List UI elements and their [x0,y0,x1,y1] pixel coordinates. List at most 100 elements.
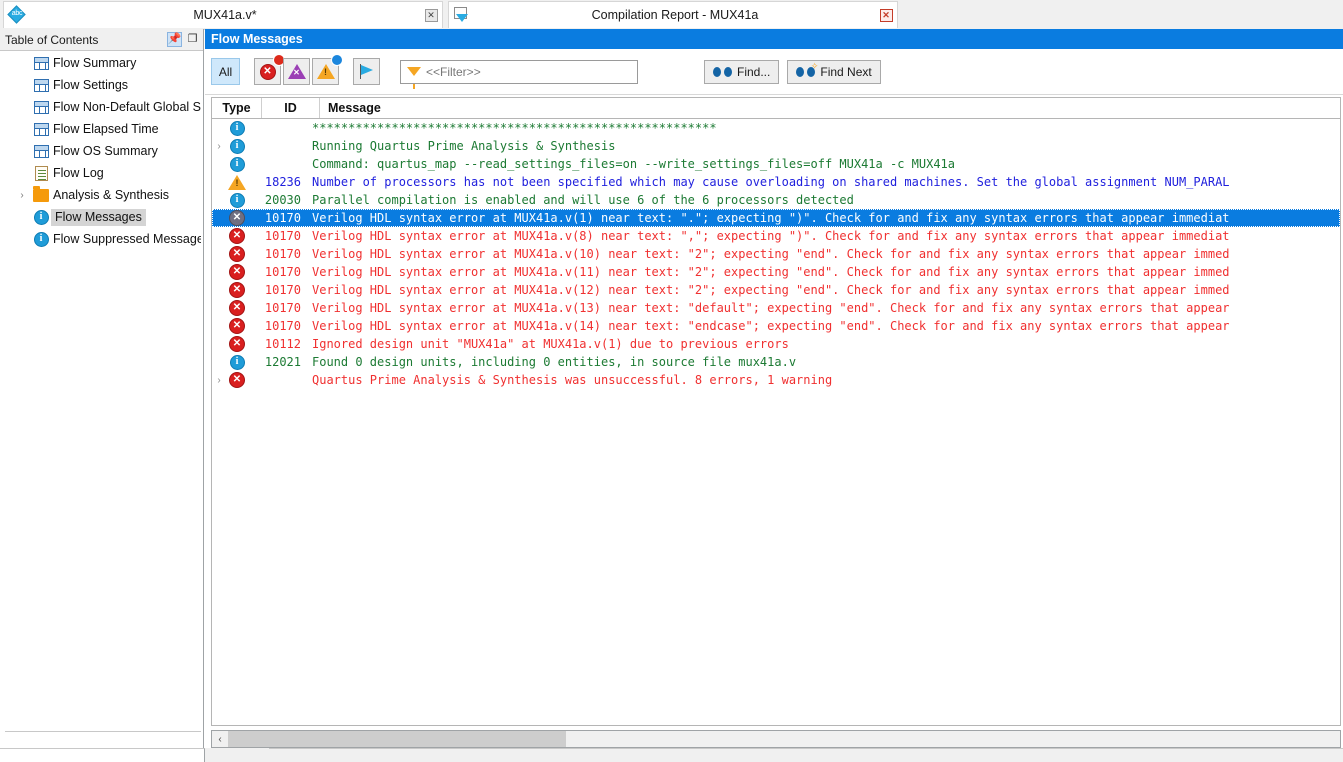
filter-input-box[interactable]: <<Filter>> [400,59,638,89]
tab-close-report-button[interactable]: ✕ [875,8,897,22]
row-expand-arrow-icon[interactable]: › [212,141,226,152]
column-header-type[interactable]: Type [212,98,262,118]
editor-tab-bar: abc MUX41a.v* ✕ Compilation Report - MUX… [0,0,1343,30]
flow-messages-titlebar: Flow Messages [205,29,1343,49]
row-message-cell: Parallel compilation is enabled and will… [312,193,854,207]
tab-compilation-report[interactable]: Compilation Report - MUX41a ✕ [448,1,898,28]
folder-icon [29,185,53,202]
messages-horizontal-scrollbar[interactable]: ‹ [211,730,1341,748]
filter-placeholder-text: <<Filter>> [426,64,481,79]
error-icon: ✕ [229,300,245,316]
row-message-cell: Verilog HDL syntax error at MUX41a.v(10)… [312,247,1230,261]
table-row[interactable]: ✕ 10170 Verilog HDL syntax error at MUX41a… [212,245,1340,263]
messages-table-body: i ***************************************… [212,119,1340,725]
row-type-icon-cell: i [226,192,248,208]
table-icon [29,144,53,158]
column-header-message[interactable]: Message [320,98,1340,118]
error-filter-button[interactable]: ✕ [254,54,285,85]
scrollbar-track[interactable] [566,731,1340,747]
find-button-group: Find... ✧ Find Next [704,59,889,84]
row-message-cell: Verilog HDL syntax error at MUX41a.v(13)… [312,301,1230,315]
table-row[interactable]: ✕ 10170 Verilog HDL syntax error at MUX41a… [212,263,1340,281]
row-type-icon-cell: i [226,156,248,172]
row-message-cell: Found 0 design units, including 0 entiti… [312,355,797,369]
abc-diamond-icon: abc [4,7,30,24]
table-row[interactable]: › ✕ Quartus Prime Analysis & Synthesis was… [212,371,1340,389]
sidebar-item-label: Flow OS Summary [53,144,158,158]
error-icon: ✕ [229,372,245,388]
row-type-icon-cell: ! [226,174,248,190]
sidebar-item-label: Flow Summary [53,56,137,70]
scroll-left-arrow-icon[interactable]: ‹ [212,731,228,747]
close-icon: ✕ [879,8,893,22]
table-row[interactable]: i Command: quartus_map --read_settings_fi… [212,155,1340,173]
tab-close-editor-button[interactable]: ✕ [420,8,442,22]
find-button-label: Find... [737,64,771,79]
table-row[interactable]: ✕ 10170 Verilog HDL syntax error at MUX41a… [212,227,1340,245]
row-message-cell: Verilog HDL syntax error at MUX41a.v(14)… [312,319,1230,333]
table-row[interactable]: ✕ 10170 Verilog HDL syntax error at MUX41a… [212,299,1340,317]
sidebar-item-flow-non-default-global-settings[interactable]: Flow Non-Default Global Sett [5,96,201,118]
find-next-button[interactable]: ✧ Find Next [787,59,881,84]
table-row[interactable]: ✕ 10170 Verilog HDL syntax error at MUX41a… [212,317,1340,335]
sidebar-item-label: Flow Elapsed Time [53,122,159,136]
row-message-cell: Verilog HDL syntax error at MUX41a.v(8) … [312,229,1230,243]
table-row[interactable]: i ***************************************… [212,119,1340,137]
sidebar-item-label: Flow Suppressed Messages [53,232,201,246]
float-window-icon[interactable]: ❐ [185,32,200,47]
sidebar-item-label: Flow Messages [51,208,146,226]
find-button[interactable]: Find... [704,59,780,84]
table-row[interactable]: i 20030 Parallel compilation is enabled an… [212,191,1340,209]
critical-warning-filter-button[interactable]: ✕ [283,58,310,85]
row-message-cell: Verilog HDL syntax error at MUX41a.v(1) … [312,211,1230,225]
sidebar-item-flow-elapsed-time[interactable]: Flow Elapsed Time [5,118,201,140]
table-row[interactable]: › i Running Quartus Prime Analysis & Synth… [212,137,1340,155]
info-icon: i [29,209,53,225]
error-icon: ✕ [229,318,245,334]
sidebar-item-flow-settings[interactable]: Flow Settings [5,74,201,96]
sidebar-item-analysis-and-synthesis[interactable]: › Analysis & Synthesis [5,184,201,206]
table-row[interactable]: ✕ 10112 Ignored design unit "MUX41a" at MU… [212,335,1340,353]
all-messages-filter-button[interactable]: All [211,58,240,85]
row-type-icon-cell: ✕ [226,210,248,226]
sidebar-item-flow-summary[interactable]: Flow Summary [5,52,201,74]
row-expand-arrow-icon[interactable]: › [212,375,226,386]
toc-title: Table of Contents [5,32,99,47]
row-message-cell: Running Quartus Prime Analysis & Synthes… [312,139,616,153]
pin-icon[interactable]: 📌 [167,32,182,47]
row-type-icon-cell: ✕ [226,228,248,244]
table-row[interactable]: ✕ 10170 Verilog HDL syntax error at MUX41a… [212,281,1340,299]
expand-arrow-icon[interactable]: › [15,190,29,201]
sidebar-item-flow-log[interactable]: Flow Log [5,162,201,184]
status-bar-middle-section [205,748,269,762]
row-id-cell: 12021 [264,355,301,369]
table-row[interactable]: i 12021 Found 0 design units, including 0 … [212,353,1340,371]
scrollbar-thumb[interactable] [228,731,566,747]
error-icon: ✕ [229,264,245,280]
column-header-id[interactable]: ID [262,98,320,118]
row-id-cell: 10170 [264,211,301,225]
row-type-icon-cell: i [226,120,248,136]
row-type-icon-cell: ✕ [226,282,248,298]
sidebar-item-flow-messages[interactable]: i Flow Messages [5,206,201,228]
warning-filter-button[interactable]: ! [312,54,343,85]
row-message-cell: ****************************************… [312,121,717,135]
tab-title-report: Compilation Report - MUX41a [591,8,759,22]
sidebar-item-flow-os-summary[interactable]: Flow OS Summary [5,140,201,162]
row-type-icon-cell: ✕ [226,264,248,280]
row-id-cell: 10170 [264,265,301,279]
sidebar-item-label: Flow Log [53,166,104,180]
table-row[interactable]: ! 18236 Number of processors has not been … [212,173,1340,191]
row-type-icon-cell: i [226,138,248,154]
row-id-cell: 20030 [264,193,301,207]
message-filter-toolbar: All ✕ ✕ ! <<Filter>> Find... ✧ Find Next [205,49,1343,95]
row-id-cell: 10170 [264,319,301,333]
table-row[interactable]: ✕ 10170 Verilog HDL syntax error at MUX41a… [212,209,1340,227]
sidebar-item-flow-suppressed-messages[interactable]: i Flow Suppressed Messages [5,228,201,250]
messages-table-header: Type ID Message [212,98,1340,119]
close-icon: ✕ [424,8,438,22]
info-flag-filter-button[interactable] [353,58,380,85]
row-message-cell: Verilog HDL syntax error at MUX41a.v(12)… [312,283,1230,297]
tab-mux41a-verilog[interactable]: abc MUX41a.v* ✕ [3,1,443,28]
error-icon: ✕ [229,336,245,352]
